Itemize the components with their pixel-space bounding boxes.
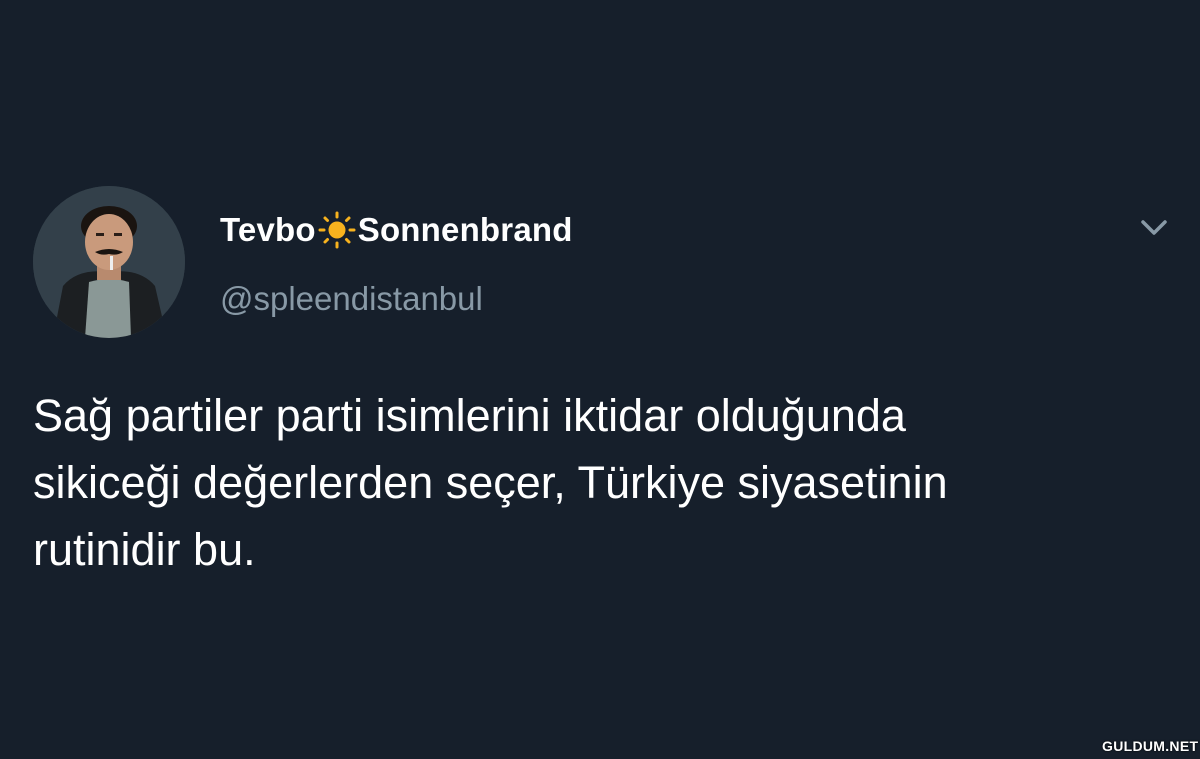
tweet-card: Tevbo Sonnenbrand @spleendistanbul Sağ p… xyxy=(0,0,1200,759)
chevron-down-icon[interactable] xyxy=(1138,214,1170,242)
display-name-part1: Tevbo xyxy=(220,211,316,248)
display-name-part2: Sonnenbrand xyxy=(357,211,573,248)
tweet-text: Sağ partiler parti isimlerini iktidar ol… xyxy=(33,390,948,575)
avatar[interactable] xyxy=(33,186,185,338)
display-name[interactable]: Tevbo Sonnenbrand xyxy=(220,208,573,252)
user-handle[interactable]: @spleendistanbul xyxy=(220,280,483,318)
watermark: GULDUM.NET xyxy=(1102,738,1199,754)
sun-icon xyxy=(317,210,357,250)
avatar-image xyxy=(33,186,185,338)
